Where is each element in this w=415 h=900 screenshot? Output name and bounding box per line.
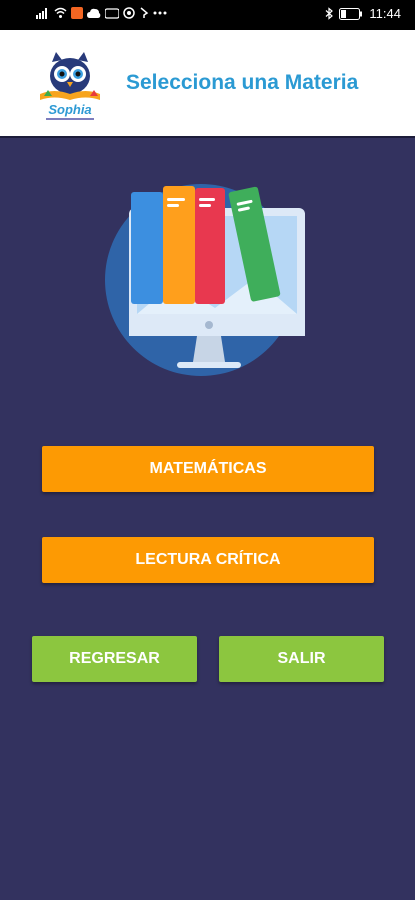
- logo-text: Sophia: [48, 102, 91, 117]
- sync-icon: [140, 7, 149, 18]
- sophia-owl-logo: Sophia: [40, 52, 100, 120]
- vpn-icon: [105, 7, 119, 19]
- salir-button[interactable]: SALIR: [219, 636, 384, 682]
- circle-icon: [123, 7, 135, 19]
- matematicas-button[interactable]: MATEMÁTICAS: [42, 446, 374, 492]
- books-monitor-illustration: [105, 184, 305, 376]
- wifi-icon: [54, 7, 67, 18]
- page-title: Selecciona una Materia: [126, 71, 359, 94]
- battery-icon: [339, 7, 363, 20]
- status-bar: 11:44: [0, 0, 415, 30]
- lectura-critica-button[interactable]: LECTURA CRÍTICA: [42, 537, 374, 583]
- regresar-button[interactable]: REGRESAR: [32, 636, 197, 682]
- notification-icon: [71, 7, 83, 19]
- status-icons-left: [36, 7, 167, 19]
- cloud-icon: [87, 8, 101, 18]
- status-icons-right: 11:44: [325, 6, 401, 21]
- signal-icon: [36, 8, 47, 19]
- bluetooth-icon: [326, 7, 334, 20]
- clock: 11:44: [369, 6, 401, 21]
- more-dots-icon: [153, 11, 167, 15]
- app-header: Sophia Selecciona una Materia: [0, 30, 415, 138]
